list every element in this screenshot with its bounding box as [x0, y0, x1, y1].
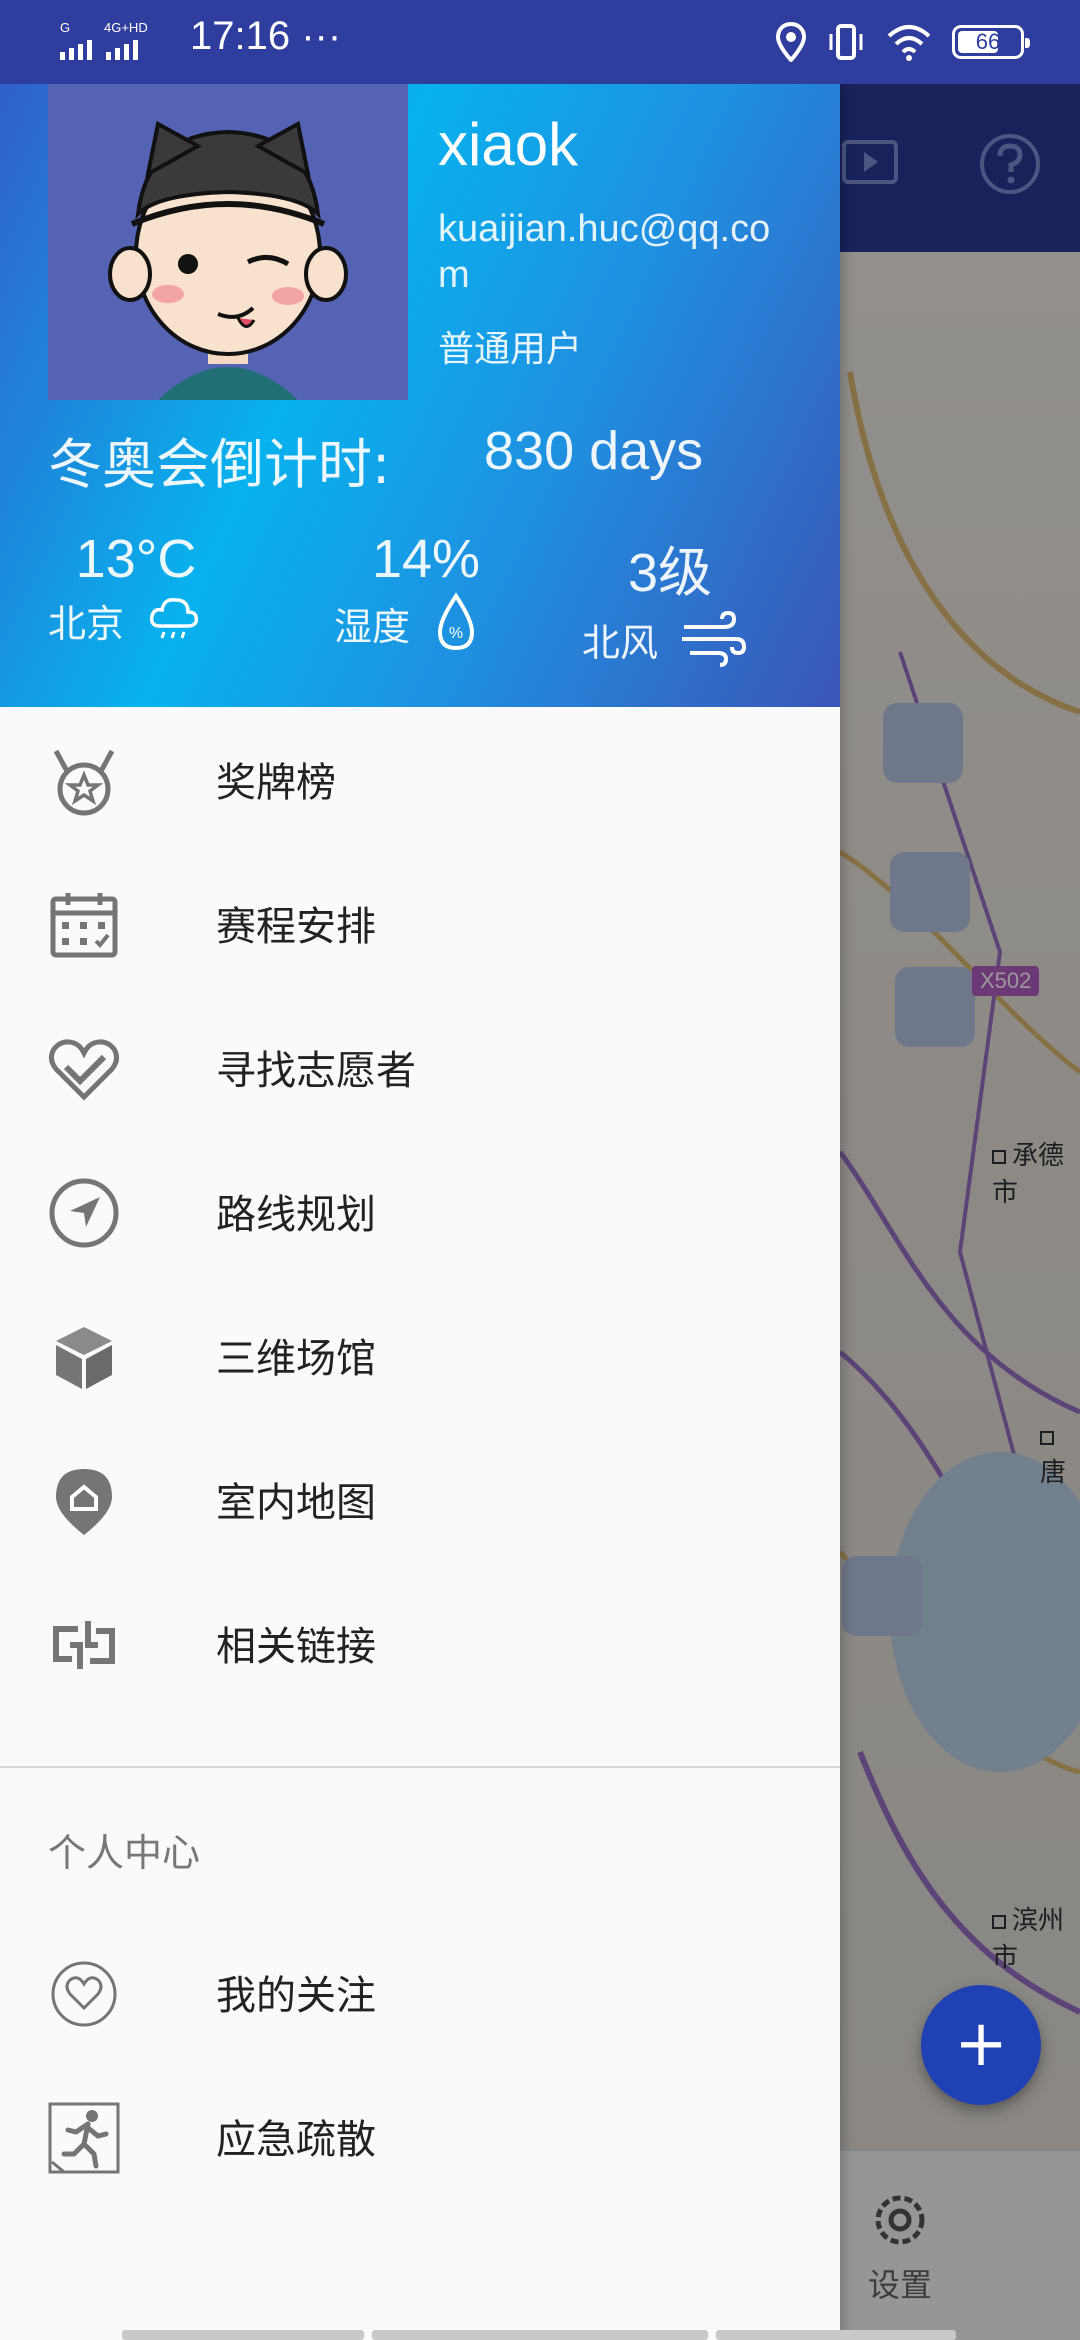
- gesture-bar: [372, 2330, 708, 2340]
- olympics-countdown: 冬奥会倒计时: 830 days: [48, 420, 703, 499]
- emergency-exit-icon: [48, 2102, 120, 2174]
- gesture-bar: [716, 2330, 956, 2340]
- weather-wind: 3级 北风: [582, 528, 782, 669]
- indoor-map-pin-icon: [48, 1465, 120, 1537]
- menu-item-emergency-evacuation[interactable]: 应急疏散: [0, 2064, 840, 2208]
- status-bar: G 4G+HD 17:16 ··· 66: [0, 0, 1080, 84]
- menu-item-indoor-map[interactable]: 室内地图: [0, 1427, 840, 1571]
- heart-icon: [48, 1958, 120, 2030]
- menu-item-label: 奖牌榜: [216, 760, 336, 806]
- menu-item-label: 三维场馆: [216, 1336, 376, 1382]
- menu-item-label: 相关链接: [216, 1624, 376, 1670]
- calendar-icon: [48, 889, 120, 961]
- menu-item-my-follows[interactable]: 我的关注: [0, 1920, 840, 2064]
- gesture-bar: [122, 2330, 364, 2340]
- countdown-value: 830 days: [484, 421, 704, 481]
- navigation-drawer: xiaok kuaijian.huc@qq.com 普通用户 冬奥会倒计时: 8…: [0, 84, 840, 2340]
- menu-item-related-links[interactable]: 相关链接: [0, 1571, 840, 1715]
- cellular-signal-icon: G 4G+HD: [60, 20, 148, 60]
- avatar[interactable]: [48, 84, 408, 400]
- svg-text:%: %: [449, 625, 463, 642]
- status-icons: 66: [776, 18, 1030, 66]
- wind-icon: [682, 610, 747, 667]
- svg-text:G: G: [60, 20, 70, 35]
- navigation-icon: [48, 1177, 120, 1249]
- menu-item-label: 赛程安排: [216, 904, 376, 950]
- cube-icon: [48, 1321, 120, 1393]
- menu-divider: [0, 1766, 840, 1768]
- menu-item-label: 应急疏散: [216, 2117, 376, 2163]
- user-email: kuaijian.huc@qq.com: [438, 208, 771, 296]
- username: xiaok: [438, 111, 579, 178]
- menu-item-label: 寻找志愿者: [216, 1048, 416, 1094]
- menu-item-label: 路线规划: [216, 1192, 376, 1238]
- menu-item-medal-table[interactable]: 奖牌榜: [0, 707, 840, 851]
- humidity-drop-icon: %: [438, 592, 475, 651]
- countdown-label: 冬奥会倒计时:: [48, 433, 391, 496]
- menu-item-3d-venues[interactable]: 三维场馆: [0, 1283, 840, 1427]
- section-title-personal-center: 个人中心: [48, 1831, 201, 1875]
- menu-item-schedule[interactable]: 赛程安排: [0, 851, 840, 995]
- cloud-rain-icon: [149, 597, 199, 639]
- menu-item-route-planning[interactable]: 路线规划: [0, 1139, 840, 1283]
- volunteer-heart-hand-icon: [48, 1033, 120, 1105]
- medal-icon: [48, 745, 120, 817]
- drawer-menu: 奖牌榜 赛程安排 寻找志愿者 路线规划 三维场馆 室内地图 相关链接: [0, 707, 840, 1715]
- avatar-illustration: [48, 84, 408, 400]
- vibrate-icon: [829, 24, 863, 60]
- user-role: 普通用户: [438, 329, 583, 370]
- status-time: 17:16 ···: [190, 14, 342, 58]
- personal-menu: 我的关注 应急疏散: [0, 1920, 840, 2208]
- menu-item-label: 我的关注: [216, 1973, 376, 2019]
- drawer-header: xiaok kuaijian.huc@qq.com 普通用户 冬奥会倒计时: 8…: [0, 84, 840, 707]
- add-fab-button[interactable]: +: [921, 1985, 1041, 2105]
- wifi-icon: [887, 25, 931, 61]
- battery-icon: 66: [952, 25, 1030, 59]
- menu-item-find-volunteers[interactable]: 寻找志愿者: [0, 995, 840, 1139]
- menu-item-label: 室内地图: [216, 1480, 376, 1526]
- svg-text:4G+HD: 4G+HD: [104, 20, 148, 35]
- weather-humidity: 14% 湿度 %: [334, 528, 534, 654]
- weather-temperature: 13°C 北京: [48, 528, 248, 648]
- location-icon: [776, 22, 806, 62]
- link-icon: [48, 1609, 120, 1681]
